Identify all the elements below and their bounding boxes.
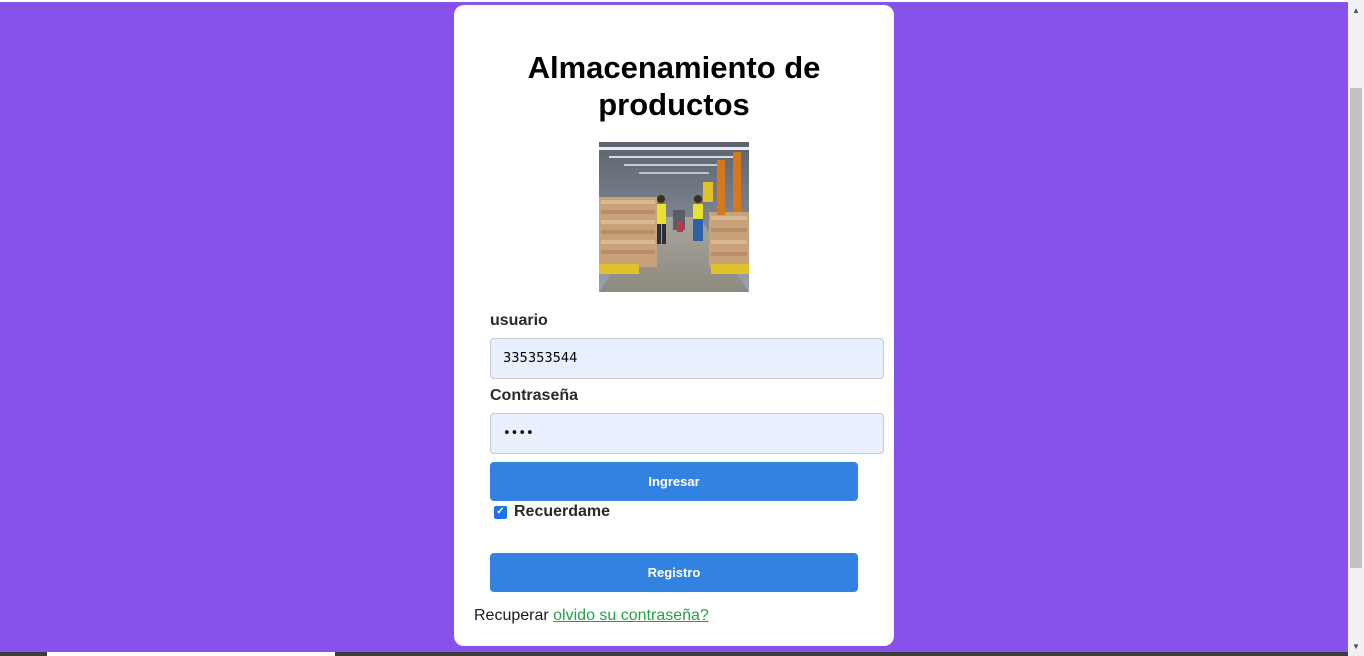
vertical-scrollbar[interactable]: ▲ ▼ <box>1348 0 1364 656</box>
login-card: Almacenamiento de productos usuario 3353… <box>454 5 894 646</box>
page-title: Almacenamiento de productos <box>527 50 821 122</box>
top-border <box>0 0 1348 2</box>
recover-password: Recuperar olvido su contraseña? <box>474 607 709 625</box>
username-input[interactable] <box>490 338 884 379</box>
remember-checkbox[interactable]: ✓ <box>494 505 507 519</box>
bottom-bar <box>0 652 1348 656</box>
register-button[interactable]: Registro <box>490 553 858 592</box>
scroll-up-icon[interactable]: ▲ <box>1348 2 1364 18</box>
password-input[interactable] <box>490 413 884 454</box>
login-button[interactable]: Ingresar <box>490 462 858 501</box>
remember-label: Recuerdame <box>514 503 611 520</box>
scroll-down-icon[interactable]: ▼ <box>1348 638 1364 654</box>
forgot-password-link[interactable]: olvido su contraseña? <box>553 607 709 624</box>
scrollbar-thumb[interactable] <box>1350 88 1362 568</box>
remember-me[interactable]: ✓ Recuerdame <box>494 503 610 521</box>
username-label: usuario <box>490 312 548 329</box>
password-label: Contraseña <box>490 387 579 404</box>
recover-prefix: Recuperar <box>474 607 549 624</box>
warehouse-photo <box>599 142 749 292</box>
bottom-bar-segment <box>47 652 335 656</box>
